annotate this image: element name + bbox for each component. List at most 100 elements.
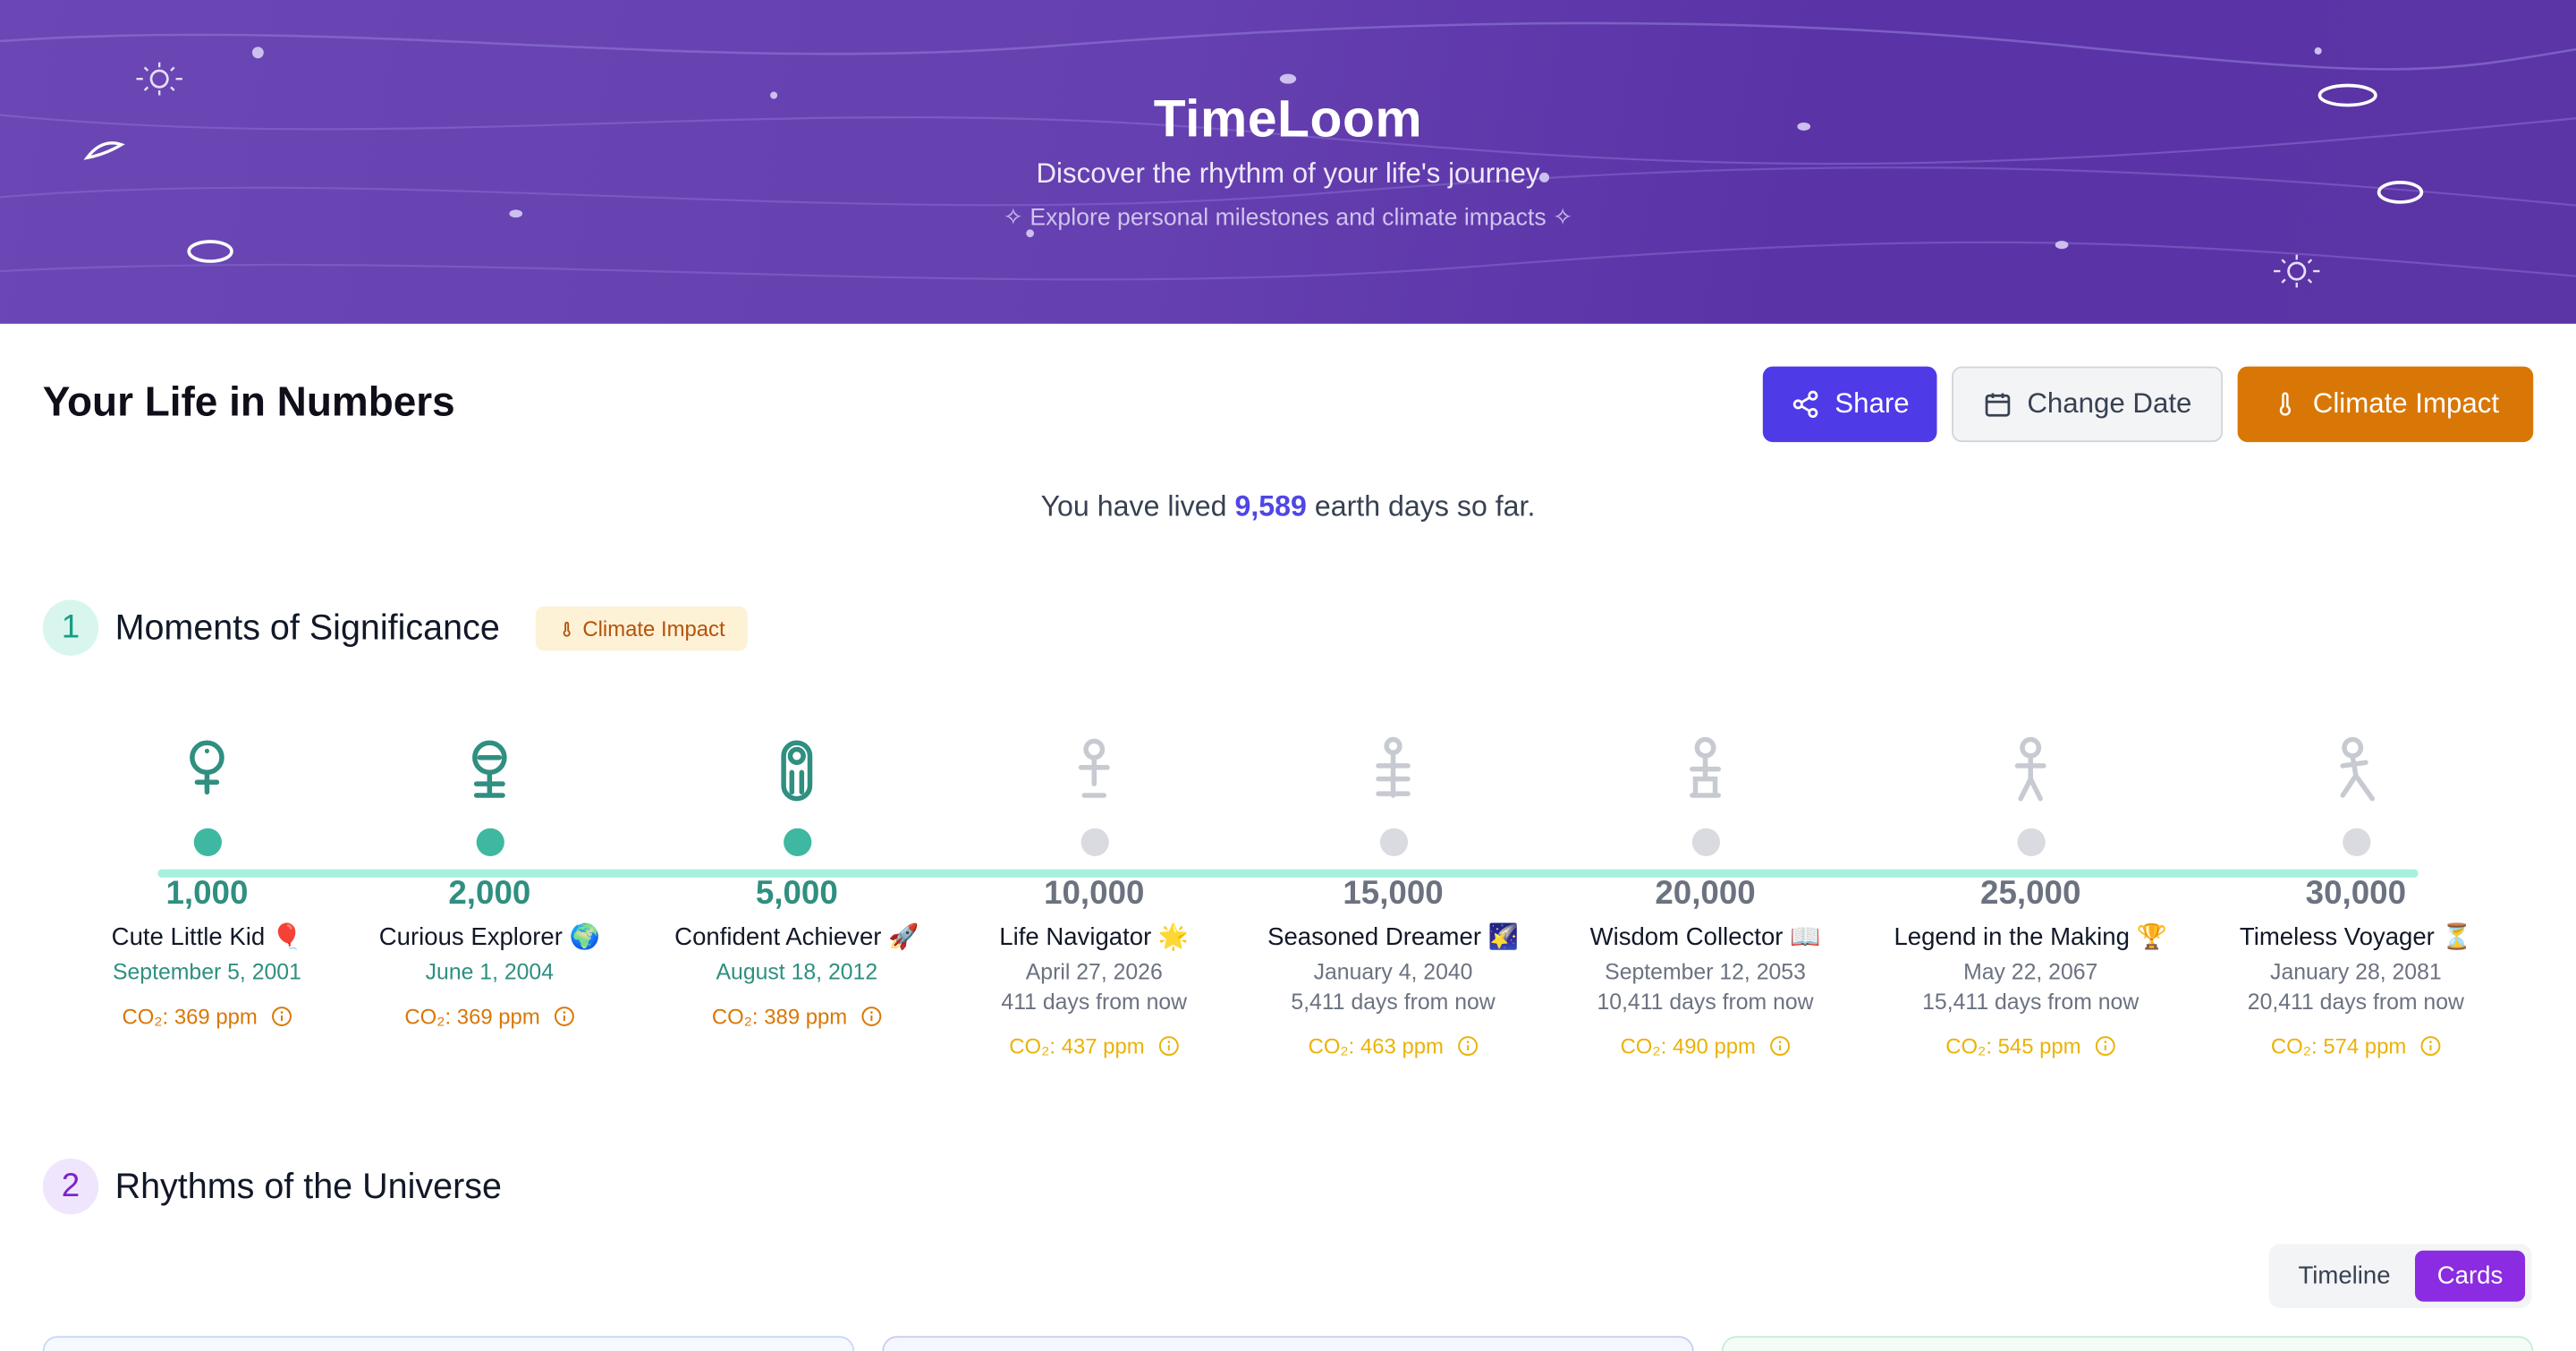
app-subtitle: Discover the rhythm of your life's journ… [1036,157,1540,190]
timeline-dot [2342,828,2370,856]
milestone-co2: CO₂: 389 ppm [632,1004,961,1029]
milestone-name-text: Timeless Voyager [2239,923,2435,952]
timeline-dot [1080,828,1108,856]
milestone-date: September 12, 2053 [1605,959,1806,985]
milestone-emoji: 🎈 [271,923,303,952]
days-lived-suffix: earth days so far. [1314,489,1536,523]
cards-view-button[interactable]: Cards [2415,1250,2526,1302]
milestone-item[interactable]: 2,000 Curious Explorer 🌍 June 1, 2004 CO₂: … [326,736,654,1029]
page-title: Your Life in Numbers [42,379,455,426]
milestone-item[interactable]: 25,000 Legend in the Making 🏆 May 22, 2067… [1867,736,2195,1058]
climate-impact-button[interactable]: Climate Impact [2237,366,2534,443]
climate-impact-label: Climate Impact [2312,387,2500,420]
info-icon[interactable] [1769,1035,1791,1057]
co2-value: 369 ppm [456,1004,540,1029]
change-date-label: Change Date [2027,387,2192,420]
share-button[interactable]: Share [1762,366,1937,443]
milestone-date: January 28, 2081 [2270,959,2442,985]
milestone-name: Seasoned Dreamer 🌠 [1229,922,1557,951]
milestone-days: 5,000 [755,875,838,913]
milestone-date: August 18, 2012 [716,959,878,985]
milestone-name-text: Wisdom Collector [1589,923,1784,952]
info-icon[interactable] [270,1006,292,1027]
milestone-item[interactable]: 5,000 Confident Achiever 🚀 August 18, 2012… [632,736,961,1029]
milestone-co2: CO₂: 545 ppm [1867,1033,2195,1058]
app-tagline: ✧ Explore personal milestones and climat… [1003,205,1573,232]
app-title: TimeLoom [1153,89,1423,149]
milestone-item[interactable]: 15,000 Seasoned Dreamer 🌠 January 4, 2040 5… [1229,736,1557,1058]
milestone-name: Curious Explorer 🌍 [326,922,654,951]
milestone-emoji: 🚀 [888,923,919,952]
milestone-emoji: 🌍 [569,923,600,952]
info-icon[interactable] [2094,1035,2115,1057]
info-icon[interactable] [553,1006,574,1027]
info-icon[interactable] [860,1006,882,1027]
days-lived-count: 9,589 [1234,489,1307,523]
share-label: Share [1835,387,1910,420]
section-number-badge: 1 [42,599,99,656]
co2-prefix: CO₂: [1945,1033,1992,1058]
milestone-item[interactable]: 30,000 Timeless Voyager ⏳ January 28, 2081… [2191,736,2520,1058]
milestone-item[interactable]: 10,000 Life Navigator 🌟 April 27, 2026 411 … [930,736,1258,1058]
thermometer-icon [563,621,570,636]
info-icon[interactable] [1457,1035,1479,1057]
co2-prefix: CO₂: [404,1004,452,1029]
milestone-emoji: 🏆 [2136,923,2167,952]
milestone-co2: CO₂: 463 ppm [1229,1033,1557,1058]
milestone-days: 20,000 [1655,875,1756,913]
co2-value: 437 ppm [1061,1033,1145,1058]
milestone-name-text: Confident Achiever [674,923,882,952]
milestone-date: April 27, 2026 [1025,959,1163,985]
climate-impact-pill[interactable]: Climate Impact [535,606,748,651]
milestone-date: September 5, 2001 [112,959,301,985]
milestone-co2: CO₂: 574 ppm [2191,1033,2520,1058]
rhythm-card[interactable] [882,1336,1694,1351]
mature-figure-icon [1541,736,1869,805]
timeline-dot [783,828,811,856]
rhythm-card[interactable] [42,1336,855,1351]
milestone-co2: CO₂: 369 ppm [43,1004,371,1029]
milestone-name-text: Cute Little Kid [111,923,266,952]
milestone-name: Cute Little Kid 🎈 [43,922,371,951]
milestone-emoji: ⏳ [2441,923,2472,952]
info-icon[interactable] [2419,1035,2441,1057]
milestone-days-from-now: 5,411 days from now [1291,989,1496,1015]
milestone-co2: CO₂: 437 ppm [930,1033,1258,1058]
milestone-date: June 1, 2004 [425,959,555,985]
timeline-dot [1378,828,1408,856]
co2-prefix: CO₂: [1308,1033,1355,1058]
milestone-days: 30,000 [2305,875,2407,913]
change-date-button[interactable]: Change Date [1952,366,2224,443]
section-number-badge: 2 [42,1158,99,1215]
timeline-dot [192,828,222,856]
milestone-name-text: Curious Explorer [378,923,563,952]
milestone-days: 2,000 [448,875,531,913]
co2-prefix: CO₂: [2270,1033,2318,1058]
timeline-dot [1690,828,1720,856]
milestone-co2: CO₂: 369 ppm [326,1004,654,1029]
milestone-date: May 22, 2067 [1963,959,2098,985]
co2-prefix: CO₂: [1620,1033,1667,1058]
milestone-days: 1,000 [165,875,249,913]
milestone-name-text: Seasoned Dreamer [1267,923,1482,952]
timeline-view-button[interactable]: Timeline [2279,1251,2411,1302]
milestone-days-from-now: 15,411 days from now [1922,989,2140,1015]
milestone-name: Confident Achiever 🚀 [632,922,961,951]
milestone-days-from-now: 411 days from now [1001,989,1188,1015]
milestone-name: Timeless Voyager ⏳ [2191,922,2520,951]
days-lived-summary: You have lived 9,589 earth days so far. [0,489,2576,524]
rhythm-card[interactable] [1721,1336,2534,1351]
view-toggle: Timeline Cards [2268,1244,2532,1309]
co2-prefix: CO₂: [122,1004,169,1029]
co2-value: 369 ppm [174,1004,258,1029]
section-title-rhythms: Rhythms of the Universe [114,1167,502,1207]
thermometer-icon [2279,392,2291,416]
milestone-item[interactable]: 1,000 Cute Little Kid 🎈 September 5, 2001 C… [43,736,371,1029]
co2-value: 545 ppm [1997,1033,2081,1058]
milestone-days-from-now: 20,411 days from now [2247,989,2464,1015]
calendar-icon [1985,393,2011,417]
info-icon[interactable] [1157,1035,1179,1057]
co2-value: 574 ppm [2323,1033,2407,1058]
milestone-item[interactable]: 20,000 Wisdom Collector 📖 September 12, 20… [1541,736,1869,1058]
co2-prefix: CO₂: [711,1004,758,1029]
